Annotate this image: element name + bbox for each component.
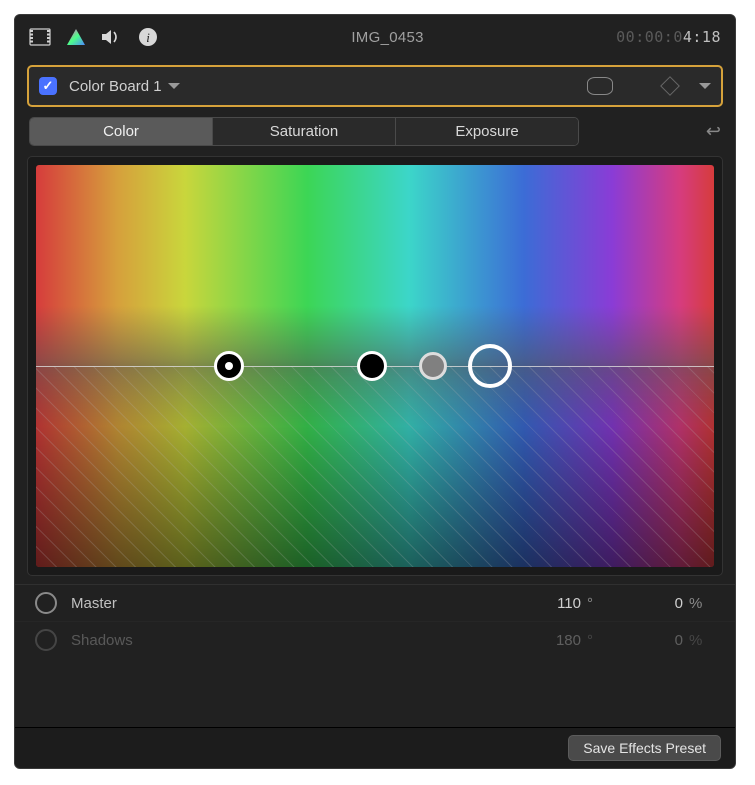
info-icon[interactable]: i — [137, 26, 159, 48]
param-label: Shadows — [71, 632, 511, 649]
degree-unit: ° — [581, 632, 613, 649]
effect-row[interactable]: ✓ Color Board 1 — [27, 65, 723, 107]
inspector-panel: i IMG_0453 00:00:04:18 ✓ Color Board 1 C… — [14, 14, 736, 769]
parameter-list: Master 110 ° 0 % Shadows 180 ° 0 % — [15, 584, 735, 727]
chevron-down-icon — [168, 83, 180, 89]
timecode-gray: 00:00:0 — [616, 28, 683, 46]
radio-shadows[interactable] — [35, 629, 57, 651]
keyframe-icon[interactable] — [660, 76, 680, 96]
param-row-master[interactable]: Master 110 ° 0 % — [15, 584, 735, 621]
effect-name-dropdown[interactable]: Color Board 1 — [69, 78, 180, 95]
speaker-icon[interactable] — [101, 26, 123, 48]
param-amount-value[interactable]: 0 — [613, 595, 683, 612]
clip-title: IMG_0453 — [173, 29, 602, 46]
timecode: 00:00:04:18 — [616, 28, 721, 46]
highlights-puck[interactable] — [214, 351, 244, 381]
save-effects-preset-button[interactable]: Save Effects Preset — [568, 735, 721, 761]
percent-unit: % — [683, 595, 715, 612]
param-row-shadows[interactable]: Shadows 180 ° 0 % — [15, 621, 735, 658]
percent-unit: % — [683, 632, 715, 649]
global-puck[interactable] — [468, 344, 512, 388]
color-board-container — [27, 156, 723, 576]
color-prism-icon[interactable] — [65, 26, 87, 48]
color-board[interactable] — [36, 165, 714, 567]
shadows-puck[interactable] — [357, 351, 387, 381]
reset-button[interactable]: ↩ — [691, 121, 721, 142]
inspector-header: i IMG_0453 00:00:04:18 — [15, 15, 735, 59]
svg-text:i: i — [146, 30, 150, 45]
correction-tabs: Color Saturation Exposure — [29, 117, 579, 146]
effect-name-label: Color Board 1 — [69, 78, 162, 95]
param-angle-value[interactable]: 180 — [511, 632, 581, 649]
shape-mask-icon[interactable] — [587, 77, 613, 95]
effect-enabled-checkbox[interactable]: ✓ — [39, 77, 57, 95]
keyframe-menu-chevron-icon[interactable] — [699, 83, 711, 89]
tab-saturation[interactable]: Saturation — [213, 118, 396, 145]
midtones-puck[interactable] — [419, 352, 447, 380]
tabs-row: Color Saturation Exposure ↩ — [15, 117, 735, 156]
filmstrip-icon[interactable] — [29, 26, 51, 48]
param-amount-value[interactable]: 0 — [613, 632, 683, 649]
param-angle-value[interactable]: 110 — [511, 595, 581, 612]
tab-exposure[interactable]: Exposure — [396, 118, 578, 145]
degree-unit: ° — [581, 595, 613, 612]
param-label: Master — [71, 595, 511, 612]
footer: Save Effects Preset — [15, 727, 735, 768]
tab-color[interactable]: Color — [30, 118, 213, 145]
radio-master[interactable] — [35, 592, 57, 614]
timecode-highlight: 4:18 — [683, 28, 721, 46]
